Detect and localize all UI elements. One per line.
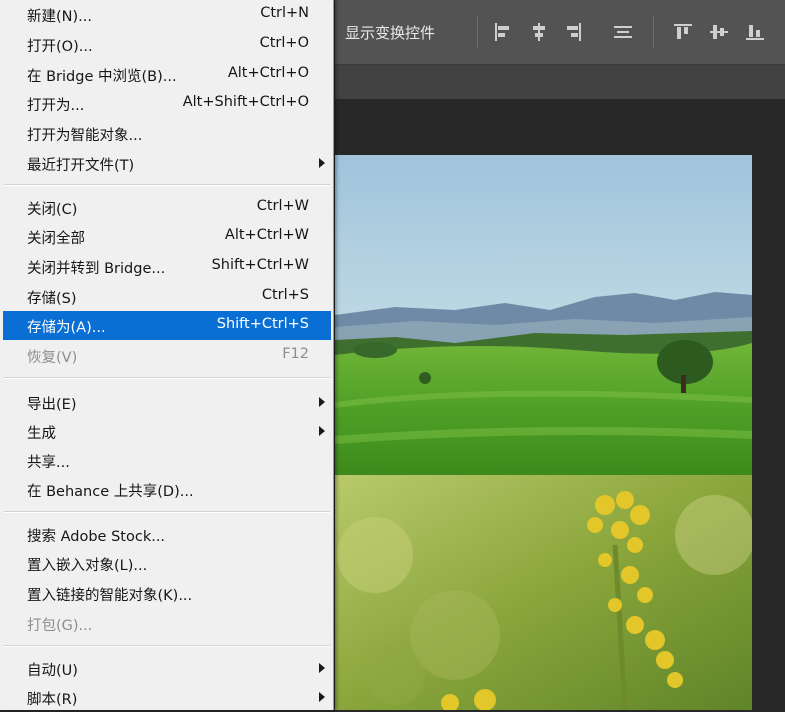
menu-item-label: 打开(O)...	[27, 39, 93, 55]
menu-item-shortcut: Ctrl+O	[259, 35, 309, 51]
menu-item-place-linked[interactable]: 置入链接的智能对象(K)...	[3, 579, 331, 608]
submenu-arrow-icon	[319, 158, 325, 168]
menu-separator	[4, 377, 330, 379]
menu-item-shortcut: Ctrl+S	[261, 287, 309, 303]
menu-item-close-and-go-to-bridge[interactable]: 关闭并转到 Bridge... Shift+Ctrl+W	[3, 252, 331, 281]
menu-separator	[4, 184, 330, 186]
menu-item-close-all[interactable]: 关闭全部 Alt+Ctrl+W	[3, 222, 331, 251]
menu-item-label: 置入链接的智能对象(K)...	[27, 588, 193, 604]
document-tab-bar	[335, 65, 785, 99]
menu-item-label: 脚本(R)	[27, 692, 78, 708]
menu-item-label: 打包(G)...	[27, 618, 93, 634]
align-top-icon[interactable]	[673, 22, 693, 42]
menu-item-label: 恢复(V)	[27, 350, 78, 366]
menu-item-save-as[interactable]: 存储为(A)... Shift+Ctrl+S	[3, 311, 331, 340]
menu-item-shortcut: F12	[282, 346, 309, 362]
menu-item-shortcut: Ctrl+W	[256, 198, 309, 214]
toolbar-divider	[653, 16, 654, 48]
menu-item-shortcut: Ctrl+N	[260, 5, 309, 21]
menu-item-label: 打开为...	[27, 98, 85, 114]
menu-item-label: 共享...	[27, 455, 70, 471]
menu-separator	[4, 511, 330, 513]
menu-item-label: 打开为智能对象...	[27, 128, 143, 144]
align-right-icon[interactable]	[563, 22, 583, 42]
menu-item-scripts[interactable]: 脚本(R)	[3, 683, 331, 712]
align-vcenter-icon[interactable]	[709, 22, 729, 42]
document-canvas[interactable]	[335, 155, 752, 710]
menu-item-label: 关闭全部	[27, 231, 85, 247]
menu-item-label: 新建(N)...	[27, 9, 92, 25]
flower-photo	[335, 475, 752, 710]
distribute-icon[interactable]	[613, 22, 633, 42]
menu-item-new[interactable]: 新建(N)... Ctrl+N	[3, 0, 331, 29]
align-hcenter-icon[interactable]	[529, 22, 549, 42]
menu-item-label: 关闭(C)	[27, 202, 78, 218]
menu-item-label: 生成	[27, 426, 56, 442]
menu-separator	[4, 645, 330, 647]
menu-item-place-embedded[interactable]: 置入嵌入对象(L)...	[3, 549, 331, 578]
menu-item-save[interactable]: 存储(S) Ctrl+S	[3, 282, 331, 311]
submenu-arrow-icon	[319, 397, 325, 407]
menu-item-package: 打包(G)...	[3, 609, 331, 638]
menu-item-label: 存储(S)	[27, 291, 77, 307]
menu-item-label: 存储为(A)...	[27, 320, 106, 336]
submenu-arrow-icon	[319, 692, 325, 702]
menu-item-label: 最近打开文件(T)	[27, 158, 135, 174]
menu-item-automate[interactable]: 自动(U)	[3, 654, 331, 683]
menu-item-share[interactable]: 共享...	[3, 446, 331, 475]
menu-item-label: 在 Behance 上共享(D)...	[27, 484, 194, 500]
menu-item-close[interactable]: 关闭(C) Ctrl+W	[3, 193, 331, 222]
submenu-arrow-icon	[319, 663, 325, 673]
options-bar: 显示变换控件	[335, 0, 785, 65]
menu-item-open-as[interactable]: 打开为... Alt+Shift+Ctrl+O	[3, 89, 331, 118]
menu-item-label: 在 Bridge 中浏览(B)...	[27, 69, 177, 85]
menu-item-open-as-smart-object[interactable]: 打开为智能对象...	[3, 119, 331, 148]
menu-item-shortcut: Shift+Ctrl+S	[216, 316, 309, 332]
menu-item-revert: 恢复(V) F12	[3, 341, 331, 370]
menu-item-label: 自动(U)	[27, 663, 78, 679]
menu-item-open-recent[interactable]: 最近打开文件(T)	[3, 149, 331, 178]
menu-item-label: 关闭并转到 Bridge...	[27, 261, 166, 277]
landscape-photo	[335, 155, 752, 475]
align-bottom-icon[interactable]	[745, 22, 765, 42]
menu-item-browse-in-bridge[interactable]: 在 Bridge 中浏览(B)... Alt+Ctrl+O	[3, 60, 331, 89]
menu-item-share-on-behance[interactable]: 在 Behance 上共享(D)...	[3, 475, 331, 504]
submenu-arrow-icon	[319, 426, 325, 436]
file-menu: 新建(N)... Ctrl+N 打开(O)... Ctrl+O 在 Bridge…	[0, 0, 334, 710]
menu-item-generate[interactable]: 生成	[3, 417, 331, 446]
menu-item-shortcut: Alt+Shift+Ctrl+O	[182, 94, 309, 110]
menu-item-label: 导出(E)	[27, 397, 77, 413]
align-left-icon[interactable]	[493, 22, 513, 42]
menu-item-open[interactable]: 打开(O)... Ctrl+O	[3, 30, 331, 59]
menu-item-search-adobe-stock[interactable]: 搜索 Adobe Stock...	[3, 520, 331, 549]
menu-item-shortcut: Alt+Ctrl+W	[224, 227, 309, 243]
menu-item-shortcut: Shift+Ctrl+W	[211, 257, 309, 273]
menu-item-label: 搜索 Adobe Stock...	[27, 529, 166, 545]
show-transform-controls-label[interactable]: 显示变换控件	[345, 22, 435, 43]
menu-item-shortcut: Alt+Ctrl+O	[227, 65, 309, 81]
toolbar-divider	[477, 16, 478, 48]
menu-item-label: 置入嵌入对象(L)...	[27, 558, 148, 574]
menu-item-export[interactable]: 导出(E)	[3, 388, 331, 417]
